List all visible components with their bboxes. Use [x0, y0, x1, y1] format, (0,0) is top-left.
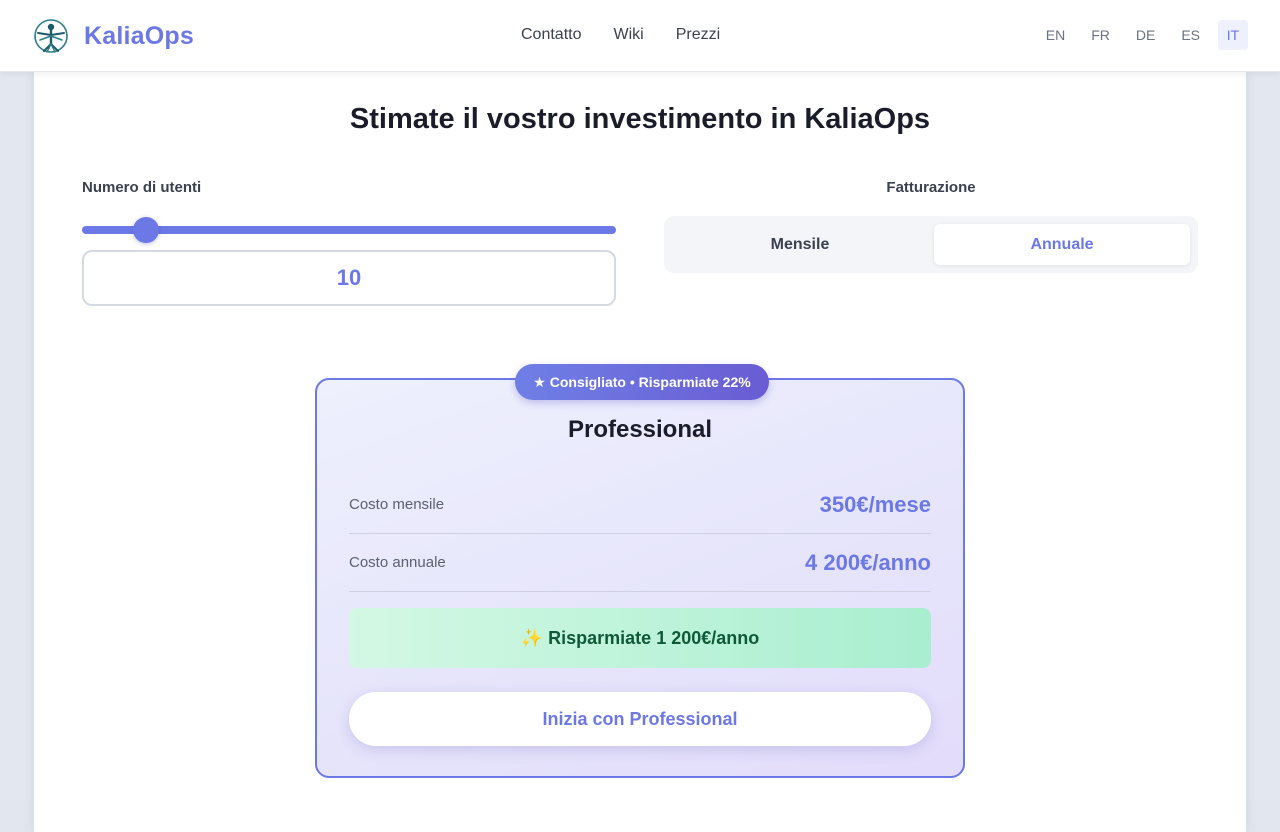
users-slider[interactable]	[82, 217, 616, 243]
users-slider-thumb[interactable]	[132, 217, 159, 243]
nav-link-prezzi[interactable]: Prezzi	[660, 24, 736, 48]
monthly-cost-value: 350€/mese	[819, 491, 931, 517]
users-count-input[interactable]	[82, 250, 616, 306]
billing-option-annual[interactable]: Annuale	[934, 224, 1190, 265]
lang-it[interactable]: IT	[1218, 20, 1248, 50]
billing-label: Fatturazione	[886, 179, 976, 196]
nav-link-contatto[interactable]: Contatto	[505, 24, 597, 48]
lang-es[interactable]: ES	[1173, 20, 1208, 50]
annual-cost-value: 4 200€/anno	[805, 549, 931, 575]
recommended-badge: ★ Consigliato • Risparmiate 22%	[515, 364, 769, 400]
start-professional-button[interactable]: Inizia con Professional	[349, 692, 931, 746]
billing-option-monthly[interactable]: Mensile	[672, 224, 928, 265]
logo[interactable]: KaliaOps	[32, 18, 194, 54]
main-nav: Contatto Wiki Prezzi	[505, 24, 736, 48]
lang-de[interactable]: DE	[1128, 20, 1163, 50]
annual-cost-label: Costo annuale	[349, 554, 446, 571]
monthly-cost-row: Costo mensile 350€/mese	[349, 476, 931, 534]
users-label: Numero di utenti	[82, 179, 202, 196]
nav-link-wiki[interactable]: Wiki	[597, 24, 659, 48]
lang-en[interactable]: EN	[1038, 20, 1073, 50]
page-margin-left	[0, 72, 34, 800]
savings-banner: ✨ Risparmiate 1 200€/anno	[349, 608, 931, 668]
pricing-calculator-card: Stimate il vostro investimento in KaliaO…	[34, 72, 1246, 832]
top-header: KaliaOps Contatto Wiki Prezzi EN FR DE E…	[0, 0, 1280, 72]
monthly-cost-label: Costo mensile	[349, 496, 445, 513]
page-margin-right	[1246, 72, 1280, 800]
lang-fr[interactable]: FR	[1083, 20, 1118, 50]
language-switcher: EN FR DE ES IT	[1038, 20, 1248, 50]
plan-name: Professional	[567, 416, 713, 443]
page-title: Stimate il vostro investimento in KaliaO…	[349, 103, 931, 135]
billing-toggle: Mensile Annuale	[664, 216, 1198, 273]
vitruvian-figure-icon	[34, 19, 68, 53]
logo-text: KaliaOps	[84, 21, 194, 50]
plan-card-professional: ★ Consigliato • Risparmiate 22% Professi…	[315, 364, 965, 778]
annual-cost-row: Costo annuale 4 200€/anno	[349, 534, 931, 592]
